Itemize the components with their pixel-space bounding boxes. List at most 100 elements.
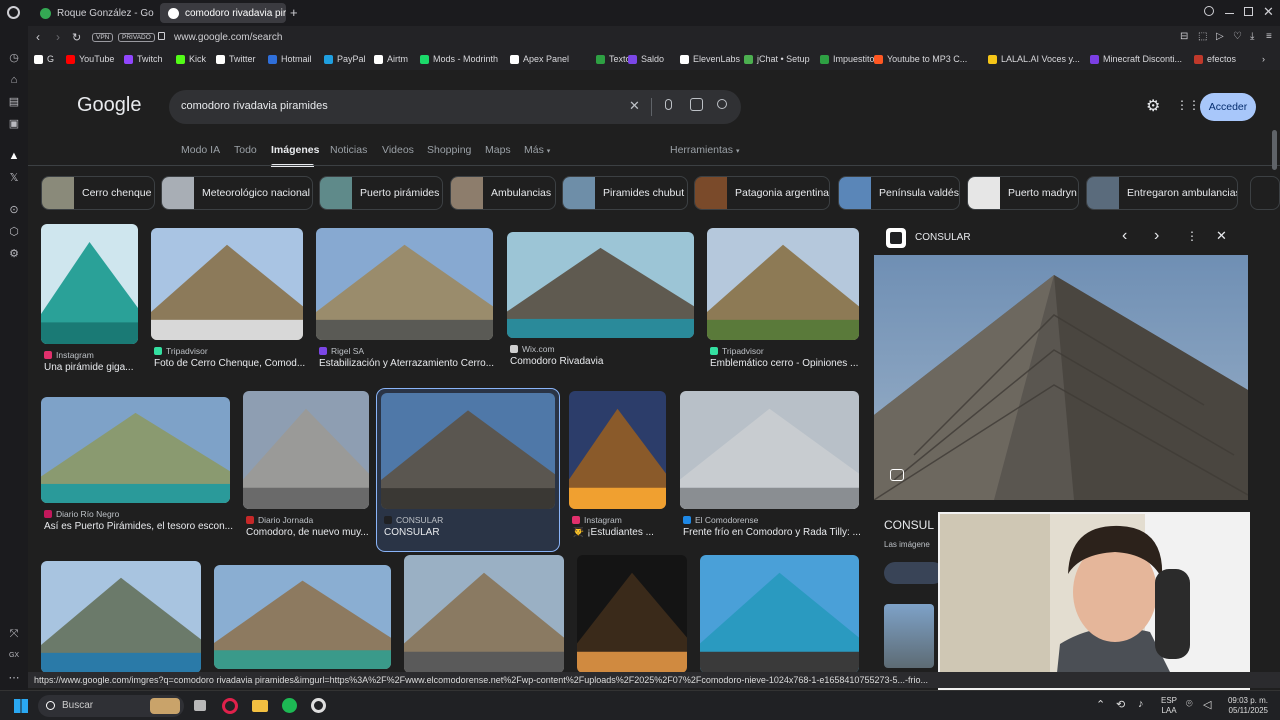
related-chip[interactable]: Ambulancias [450, 176, 556, 210]
bookmark-item[interactable]: Youtube to MP3 C... [874, 54, 967, 64]
related-chip[interactable]: Piramides chubut [562, 176, 688, 210]
lens-search-icon[interactable] [890, 469, 904, 481]
bookmark-item[interactable]: YouTube [66, 54, 114, 64]
reload-button[interactable]: ↻ [72, 31, 81, 44]
result-title[interactable]: Estabilización y Aterrazamiento Cerro... [319, 358, 516, 369]
result-thumbnail[interactable] [41, 561, 201, 673]
result-source[interactable]: Wix.com [510, 344, 555, 354]
tab-roque[interactable]: Roque González - Googl [32, 3, 154, 23]
player-icon[interactable]: ⊙ [8, 204, 20, 216]
signin-button[interactable]: Acceder [1200, 93, 1256, 121]
tools-button[interactable]: Herramientas ▾ [670, 144, 739, 156]
bag-icon[interactable]: ⌂ [8, 74, 20, 86]
vpn-badge[interactable]: VPN [92, 33, 114, 42]
lens-icon[interactable] [690, 98, 703, 111]
bookmark-page-icon[interactable]: ⊟ [1180, 31, 1188, 42]
result-thumbnail[interactable] [569, 391, 666, 509]
result-thumbnail[interactable] [243, 391, 369, 509]
prev-image-button[interactable]: ‹ [1122, 227, 1127, 245]
volume-icon[interactable]: ◁ [1203, 698, 1211, 711]
bookmark-item[interactable]: efectos [1194, 54, 1236, 64]
tray-chevron-icon[interactable]: ⌃ [1096, 698, 1105, 711]
result-source[interactable]: Instagram [44, 350, 94, 360]
easy-setup-icon[interactable]: ≡ [1266, 31, 1272, 42]
forward-button[interactable]: › [56, 30, 60, 44]
result-thumbnail[interactable] [316, 228, 493, 340]
result-title[interactable]: Foto de Cerro Chenque, Comod... [154, 358, 326, 369]
result-thumbnail[interactable] [214, 565, 391, 669]
result-title[interactable]: Emblemático cerro - Opiniones ... [710, 358, 882, 369]
search-input[interactable]: comodoro rivadavia piramides [181, 100, 328, 112]
result-thumbnail[interactable] [151, 228, 303, 340]
result-thumbnail[interactable] [404, 555, 564, 673]
bookmark-item[interactable]: G [34, 54, 54, 64]
result-source[interactable]: El Comodorense [683, 515, 758, 525]
gx-icon[interactable]: GX [8, 650, 20, 662]
download-icon[interactable]: ⤓ [1250, 31, 1254, 42]
network-icon[interactable]: ⌾ [1186, 698, 1193, 711]
bookmark-item[interactable]: Impuestito [820, 54, 875, 64]
result-source[interactable]: Tripadvisor [710, 346, 764, 356]
more-icon[interactable]: ⋯ [8, 672, 20, 684]
file-explorer-icon[interactable] [252, 700, 268, 712]
nav-maps[interactable]: Maps [485, 144, 511, 156]
related-chip-partial[interactable] [1250, 176, 1280, 210]
bookmarks-overflow-icon[interactable]: › [1262, 54, 1265, 64]
result-title[interactable]: Comodoro Rivadavia [510, 356, 717, 367]
settings-gear-icon[interactable]: ⚙ [1146, 96, 1160, 116]
page-scrollbar[interactable] [1272, 130, 1277, 170]
visit-button[interactable] [884, 562, 944, 584]
result-thumbnail[interactable] [707, 228, 859, 340]
bookmark-item[interactable]: Mods - Modrinth [420, 54, 498, 64]
snapshot-icon[interactable]: ⬚ [1198, 31, 1207, 42]
new-tab-button[interactable]: + [290, 5, 298, 20]
related-chip[interactable]: Entregaron ambulancias [1086, 176, 1238, 210]
search-tabs-icon[interactable] [1204, 6, 1214, 16]
result-title[interactable]: Comodoro, de nuevo muy... [246, 527, 392, 538]
related-thumb[interactable] [884, 604, 934, 668]
bookmark-item[interactable]: jChat • Setup [744, 54, 810, 64]
bookmark-item[interactable]: Minecraft Disconti... [1090, 54, 1182, 64]
nav-mas[interactable]: Más ▾ [524, 144, 550, 156]
taskbar-search[interactable]: Buscar [38, 695, 184, 717]
result-source[interactable]: Instagram [572, 515, 622, 525]
restore-button[interactable] [1244, 7, 1253, 16]
next-image-button[interactable]: › [1154, 227, 1159, 245]
result-thumbnail[interactable] [41, 224, 138, 344]
ai-aria-icon[interactable]: ▲ [8, 150, 20, 162]
nav-videos[interactable]: Videos [382, 144, 414, 156]
bookmark-item[interactable]: ElevenLabs [680, 54, 740, 64]
bookmark-item[interactable]: Kick [176, 54, 206, 64]
result-thumbnail[interactable] [507, 232, 694, 338]
player-play-icon[interactable]: ▷ [1216, 31, 1224, 42]
result-thumbnail[interactable] [381, 393, 555, 509]
tray-app-icon[interactable]: ⟲ [1116, 698, 1125, 711]
lock-icon[interactable] [158, 32, 165, 40]
bookmark-item[interactable]: Saldo [628, 54, 664, 64]
bookmark-item[interactable]: Hotmail [268, 54, 312, 64]
result-source[interactable]: CONSULAR [384, 515, 443, 525]
result-source[interactable]: Tripadvisor [154, 346, 208, 356]
bookmark-item[interactable]: Twitter [216, 54, 256, 64]
bookmark-item[interactable]: PayPal [324, 54, 366, 64]
search-icon[interactable] [717, 99, 727, 109]
url-field[interactable]: www.google.com/search [174, 32, 282, 43]
spotify-icon[interactable] [282, 698, 297, 713]
result-title[interactable]: Frente frío en Comodoro y Rada Tilly: ..… [683, 527, 882, 538]
settings-icon[interactable]: ⚙ [8, 248, 20, 260]
result-title[interactable]: 👨‍🎓 ¡Estudiantes ... [572, 527, 689, 538]
mic-icon[interactable]: ♪ [1138, 698, 1144, 710]
related-chip[interactable]: Península valdés [838, 176, 960, 210]
clear-icon[interactable]: ✕ [629, 98, 640, 114]
bookmark-item[interactable]: LALAL.AI Voces y... [988, 54, 1080, 64]
x-twitter-icon[interactable]: 𝕏 [8, 172, 20, 184]
result-title[interactable]: CONSULAR [384, 527, 578, 538]
preview-image[interactable] [874, 255, 1248, 500]
related-chip[interactable]: Puerto pirámides [319, 176, 443, 210]
extensions-icon[interactable]: ⬡ [8, 226, 20, 238]
nav-modo-ia[interactable]: Modo IA [181, 144, 220, 156]
tab-comodoro[interactable]: comodoro rivadavia piram [160, 3, 286, 23]
lang-indicator[interactable]: ESP LAA [1161, 696, 1177, 716]
related-chip[interactable]: Meteorológico nacional [161, 176, 313, 210]
bookmark-item[interactable]: Apex Panel [510, 54, 569, 64]
